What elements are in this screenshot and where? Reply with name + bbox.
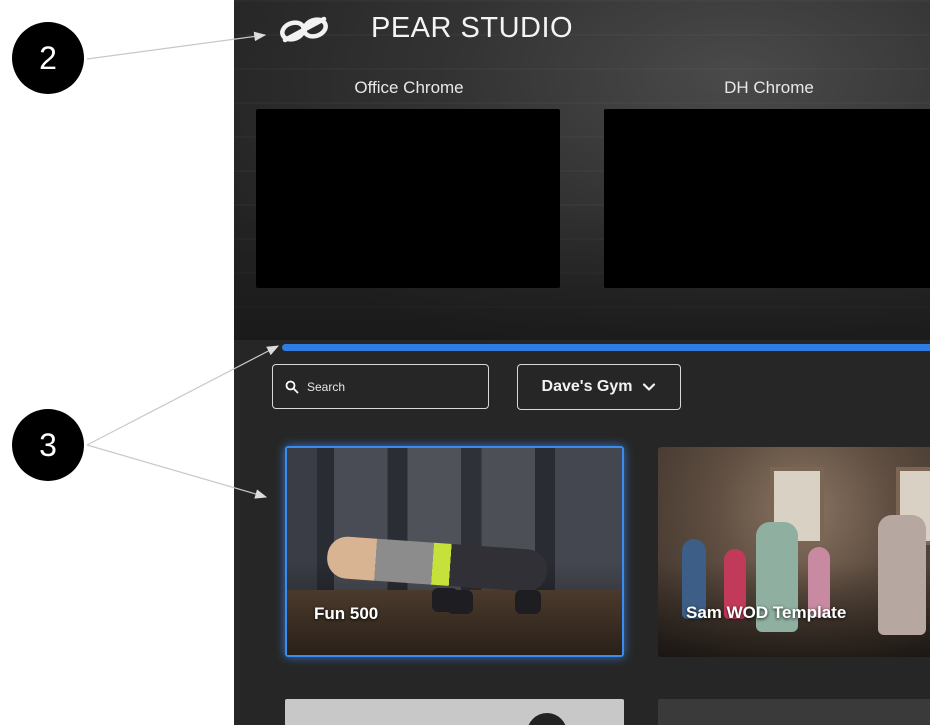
workout-card-fun-500[interactable]: Fun 500 <box>285 446 624 657</box>
screen-preview-office[interactable] <box>256 109 560 288</box>
workout-title: Fun 500 <box>314 604 379 623</box>
search-input[interactable] <box>305 378 479 395</box>
screen-preview-dh[interactable] <box>604 109 930 288</box>
pear-studio-app: PEAR STUDIO Office Chrome DH Chrome Dave… <box>234 0 930 725</box>
workout-card-sam-wod-template[interactable]: Sam WOD Template <box>658 447 930 657</box>
pear-infinity-logo-icon[interactable] <box>278 16 330 44</box>
workout-card-partial[interactable] <box>285 699 624 725</box>
screen-label-dh: DH Chrome <box>724 78 814 97</box>
workout-photo <box>658 447 930 657</box>
progress-bar <box>282 344 930 351</box>
search-box[interactable] <box>272 364 489 409</box>
brand-title: PEAR STUDIO <box>371 12 574 44</box>
screen-label-office: Office Chrome <box>354 78 464 97</box>
workout-title: Sam WOD Template <box>686 603 847 622</box>
gym-select[interactable]: Dave's Gym <box>517 364 681 410</box>
search-icon <box>285 380 299 393</box>
gym-select-value: Dave's Gym <box>541 378 633 395</box>
chevron-down-icon <box>643 383 656 391</box>
workout-card-partial[interactable] <box>658 699 930 725</box>
annotation-callout-3: 3 <box>12 409 84 481</box>
annotation-callout-2: 2 <box>12 22 84 94</box>
